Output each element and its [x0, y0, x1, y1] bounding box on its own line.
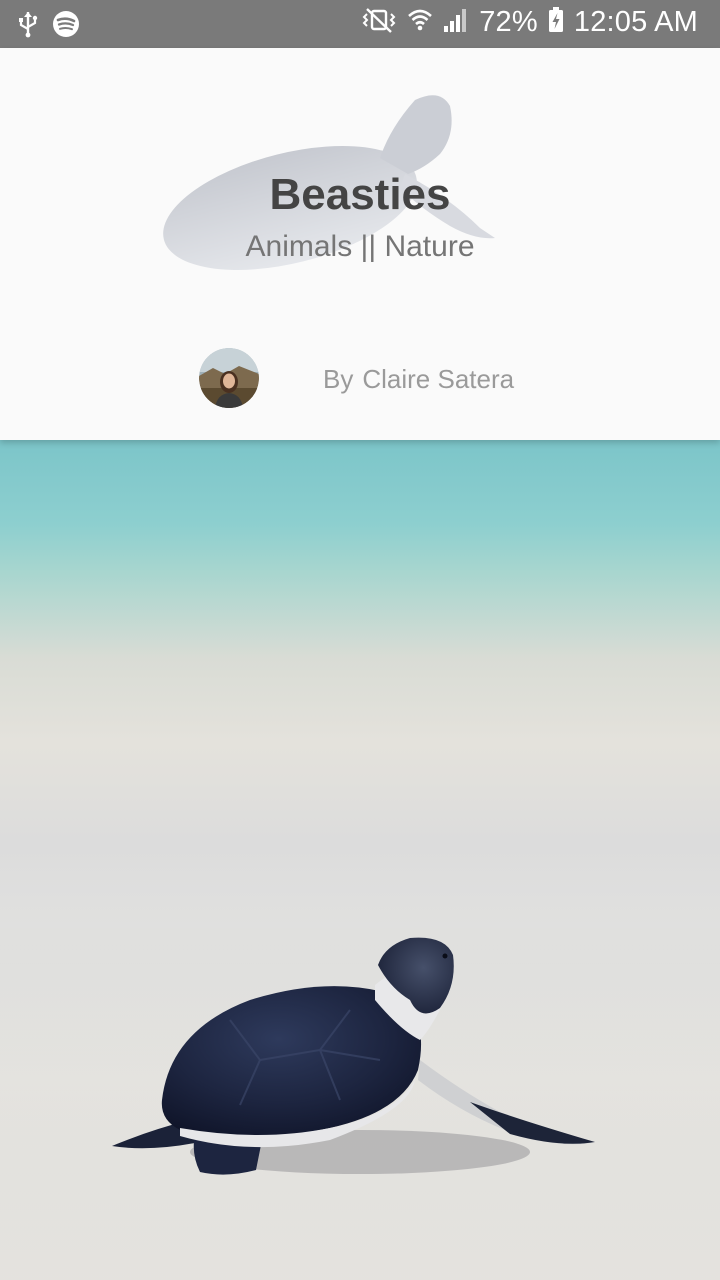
- author-byline[interactable]: By Claire Satera: [323, 364, 514, 395]
- sea-turtle-image: [0, 920, 720, 1280]
- wifi-icon: [407, 6, 433, 39]
- hero-image: [0, 440, 720, 1280]
- page-subtitle: Animals || Nature: [245, 230, 475, 263]
- clock: 12:05 AM: [573, 6, 698, 38]
- author-avatar[interactable]: [199, 348, 259, 408]
- battery-charging-icon: [548, 6, 564, 39]
- signal-icon: [443, 6, 469, 39]
- page-title: Beasties: [269, 170, 451, 219]
- status-bar: 72% 12:05 AM: [0, 0, 720, 48]
- author-name: Claire Satera: [362, 364, 515, 394]
- article-header: Beasties Animals || Nature By Claire Sat…: [0, 48, 720, 440]
- battery-percent: 72%: [479, 6, 538, 38]
- spotify-icon: [52, 10, 80, 43]
- vibrate-off-icon: [361, 6, 397, 39]
- by-label: By: [323, 364, 354, 394]
- usb-icon: [18, 10, 38, 43]
